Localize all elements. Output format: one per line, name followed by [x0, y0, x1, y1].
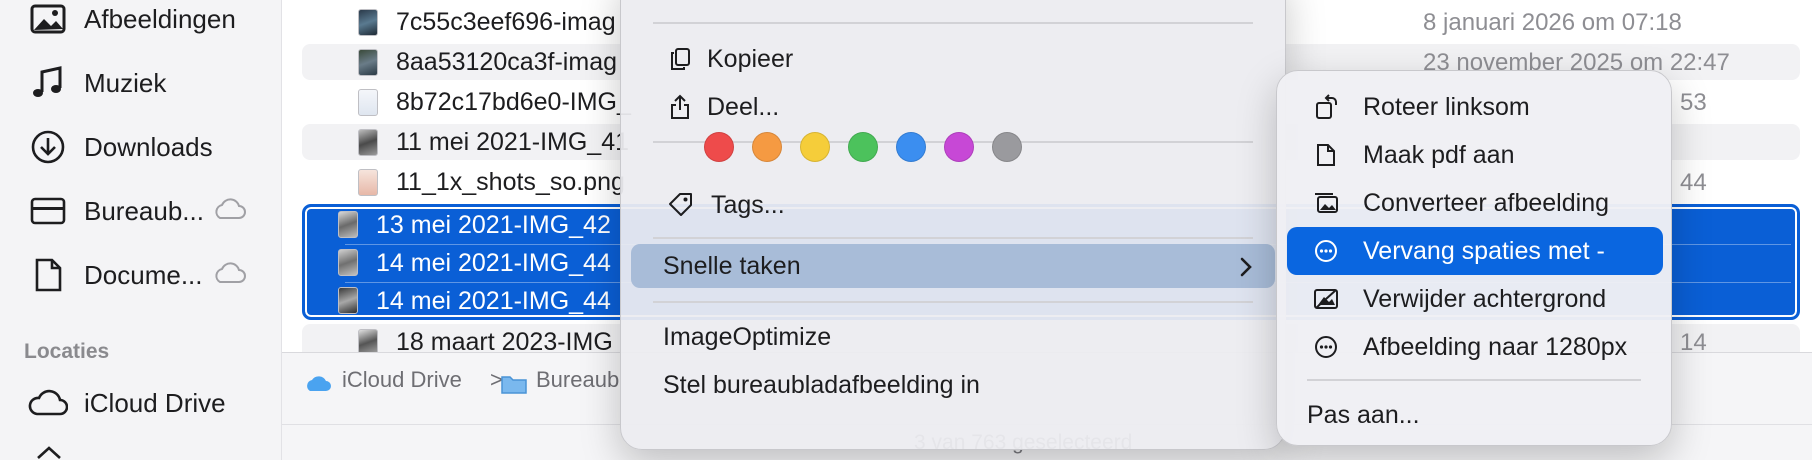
sidebar-item-partial: [36, 444, 62, 460]
menu-label: Tags...: [711, 191, 785, 219]
file-name: 13 mei 2021-IMG_42: [376, 211, 611, 239]
sidebar-item-label: Muziek: [84, 67, 167, 98]
file-name: 11_1x_shots_so.png: [396, 168, 625, 196]
image-thumbnail: [358, 9, 378, 36]
submenu-item-verwijder-achtergrond[interactable]: Verwijder achtergrond: [1287, 275, 1663, 323]
tag-color-yellow[interactable]: [800, 132, 830, 162]
file-date: 53: [1680, 89, 1707, 116]
menu-label: Deel...: [707, 93, 780, 121]
submenu-label: Maak pdf aan: [1363, 141, 1515, 169]
submenu-item-vervang-spaties[interactable]: Vervang spaties met -: [1287, 227, 1663, 275]
sidebar-item-label: Downloads: [84, 131, 213, 162]
file-name: 8b72c17bd6e0-IMG_: [396, 88, 631, 116]
image-thumbnail: [358, 89, 378, 116]
rotate-left-icon: [1313, 94, 1339, 120]
cloud-icon: [28, 383, 68, 423]
icloud-color-icon: [304, 373, 332, 398]
shortcut-ellipsis-icon: [1313, 238, 1339, 264]
file-date: 44: [1680, 169, 1707, 196]
desktop-icon: [28, 191, 68, 231]
menu-separator: [1307, 379, 1641, 381]
icloud-icon: [212, 198, 246, 225]
pdf-document-icon: [1313, 142, 1339, 168]
sidebar-item-afbeeldingen[interactable]: Afbeeldingen: [0, 0, 280, 42]
tag-color-red[interactable]: [704, 132, 734, 162]
image-thumbnail: [358, 169, 378, 196]
submenu-item-roteer-linksom[interactable]: Roteer linksom: [1287, 83, 1663, 131]
photo-icon: [28, 0, 68, 39]
file-date: 8 januari 2026 om 07:18: [1423, 9, 1682, 36]
submenu-label: Vervang spaties met -: [1363, 237, 1605, 265]
file-name: 14 mei 2021-IMG_44: [376, 249, 611, 277]
sidebar-item-label: Docume...: [84, 259, 203, 290]
tag-color-purple[interactable]: [944, 132, 974, 162]
convert-image-icon: [1313, 190, 1339, 216]
menu-label: ImageOptimize: [663, 323, 832, 351]
file-name: 11 mei 2021-IMG_41: [396, 128, 629, 156]
path-item-icloud-drive[interactable]: iCloud Drive: [342, 367, 462, 393]
tag-color-blue[interactable]: [896, 132, 926, 162]
image-thumbnail: [338, 249, 358, 276]
submenu-label: Converteer afbeelding: [1363, 189, 1609, 217]
sidebar-item-label: Bureaub...: [84, 195, 204, 226]
sidebar-item-documenten[interactable]: Docume...: [0, 252, 280, 298]
share-icon: [667, 94, 693, 120]
sidebar-item-label: iCloud Drive: [84, 387, 226, 418]
submenu-item-pas-aan[interactable]: Pas aan...: [1287, 391, 1663, 439]
file-name: 14 mei 2021-IMG_44: [376, 287, 611, 315]
tag-color-orange[interactable]: [752, 132, 782, 162]
file-name: 8aa53120ca3f-imag: [396, 48, 617, 76]
path-item-bureaublad[interactable]: Bureaub: [536, 367, 619, 393]
sidebar-item-label: Afbeeldingen: [84, 3, 236, 34]
shortcut-ellipsis-icon: [1313, 334, 1339, 360]
quick-actions-submenu: Roteer linksom Maak pdf aan Converteer a…: [1276, 70, 1672, 446]
submenu-label: Afbeelding naar 1280px: [1363, 333, 1628, 361]
image-thumbnail: [338, 287, 358, 314]
menu-item-imageoptimize[interactable]: ImageOptimize: [631, 315, 1275, 359]
image-thumbnail: [358, 49, 378, 76]
menu-label: Stel bureaubladafbeelding in: [663, 371, 980, 399]
submenu-label: Verwijder achtergrond: [1363, 285, 1607, 313]
music-note-icon: [28, 63, 68, 103]
sidebar-section-locaties: Locaties: [24, 340, 110, 363]
tag-icon: [667, 192, 693, 218]
tag-color-green[interactable]: [848, 132, 878, 162]
menu-separator: [653, 237, 1253, 239]
context-menu: Kopieer Deel... Tags... Snelle taken Ima…: [620, 0, 1286, 450]
menu-label: Kopieer: [707, 45, 794, 73]
sidebar-item-icloud-drive[interactable]: iCloud Drive: [0, 380, 280, 426]
tag-color-gray[interactable]: [992, 132, 1022, 162]
download-circle-icon: [28, 127, 68, 167]
sidebar-item-downloads[interactable]: Downloads: [0, 124, 280, 170]
icloud-icon: [212, 262, 246, 289]
menu-item-deel[interactable]: Deel...: [631, 85, 1275, 129]
sidebar-item-bureaublad[interactable]: Bureaub...: [0, 188, 280, 234]
menu-item-stel-bureaubladafbeelding-in[interactable]: Stel bureaubladafbeelding in: [631, 363, 1275, 407]
copy-icon: [667, 46, 693, 72]
submenu-label: Pas aan...: [1307, 401, 1420, 429]
menu-label: Snelle taken: [663, 252, 801, 280]
image-thumbnail: [338, 211, 358, 238]
chevron-right-icon: [1239, 256, 1253, 283]
menu-item-kopieer[interactable]: Kopieer: [631, 37, 1275, 81]
remove-background-icon: [1313, 286, 1339, 312]
submenu-label: Roteer linksom: [1363, 93, 1530, 121]
image-thumbnail: [358, 129, 378, 156]
menu-item-snelle-taken[interactable]: Snelle taken: [631, 244, 1275, 288]
folder-icon: [500, 373, 528, 400]
submenu-item-converteer-afbeelding[interactable]: Converteer afbeelding: [1287, 179, 1663, 227]
document-icon: [28, 255, 68, 295]
menu-item-tags[interactable]: Tags...: [631, 183, 1275, 227]
menu-separator: [653, 301, 1253, 303]
menu-separator: [653, 22, 1253, 24]
sidebar-item-muziek[interactable]: Muziek: [0, 60, 280, 106]
sidebar: Afbeeldingen Muziek Downloads Bureaub...…: [0, 0, 282, 460]
submenu-item-maak-pdf-aan[interactable]: Maak pdf aan: [1287, 131, 1663, 179]
file-name: 7c55c3eef696-imag: [396, 8, 616, 36]
submenu-item-afbeelding-1280px[interactable]: Afbeelding naar 1280px: [1287, 323, 1663, 371]
